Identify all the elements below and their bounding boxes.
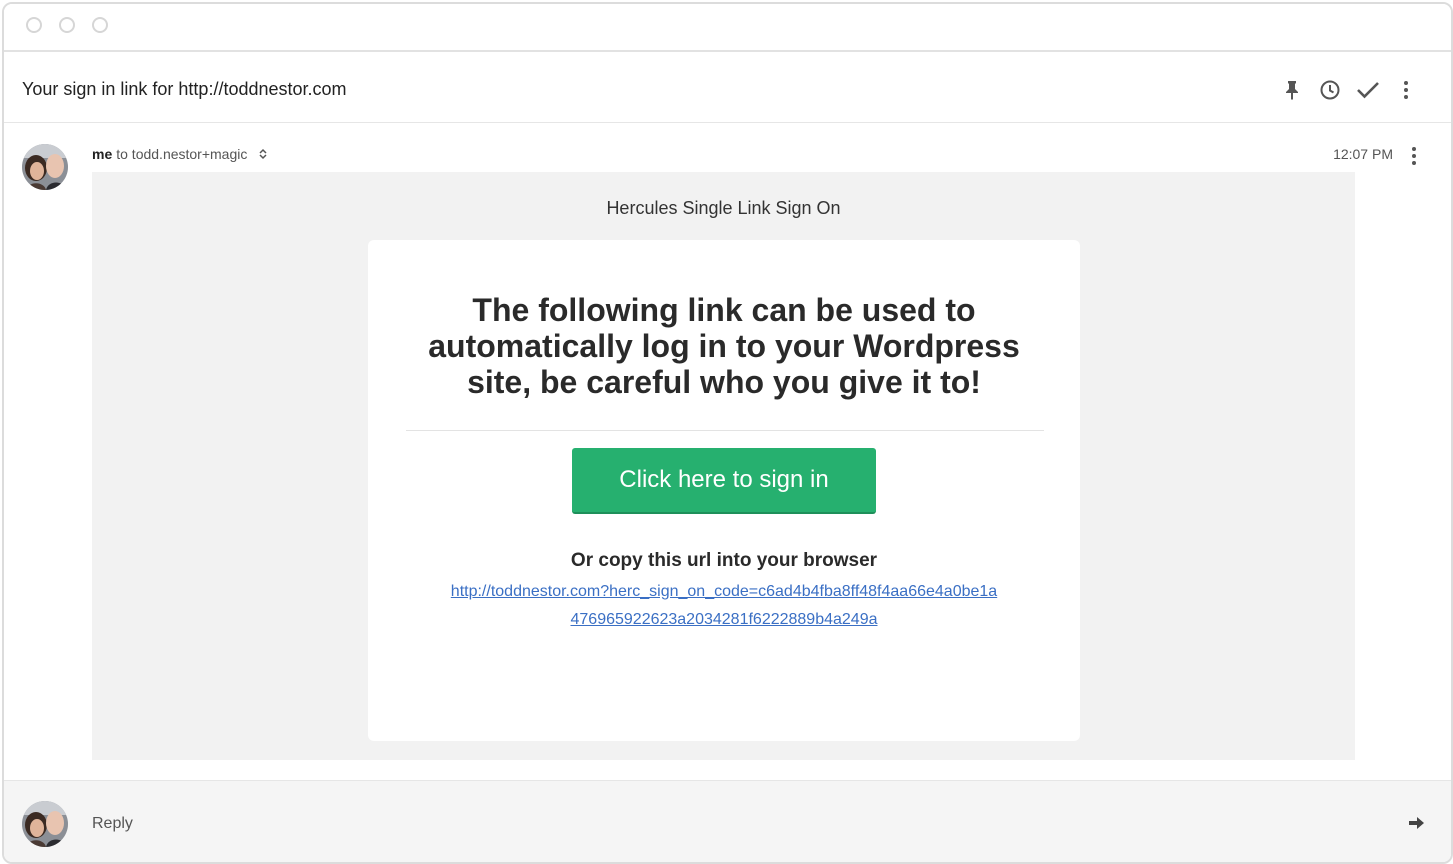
reply-button[interactable]: Reply bbox=[92, 815, 133, 833]
sender-line[interactable]: me to todd.nestor+magic bbox=[92, 146, 267, 164]
window-close-button[interactable] bbox=[26, 17, 42, 33]
sign-in-button[interactable]: Click here to sign in bbox=[572, 448, 876, 514]
more-vertical-icon[interactable] bbox=[1387, 76, 1425, 104]
copy-url-label: Or copy this url into your browser bbox=[570, 550, 878, 571]
subject-bar: Your sign in link for http://toddnestor.… bbox=[4, 52, 1451, 123]
divider bbox=[406, 430, 1044, 431]
sender-name: me bbox=[92, 146, 113, 162]
clock-icon[interactable] bbox=[1311, 76, 1349, 104]
recipient-details-icon[interactable] bbox=[259, 147, 267, 164]
reply-avatar bbox=[22, 801, 68, 847]
window-minimize-button[interactable] bbox=[59, 17, 75, 33]
forward-arrow-icon[interactable] bbox=[1403, 811, 1431, 835]
window-maximize-button[interactable] bbox=[92, 17, 108, 33]
sign-in-url-link[interactable]: http://toddnestor.com?herc_sign_on_code=… bbox=[448, 578, 1000, 634]
email-subject: Your sign in link for http://toddnestor.… bbox=[22, 79, 347, 99]
mail-window: Your sign in link for http://toddnestor.… bbox=[2, 2, 1453, 864]
subject-actions bbox=[1273, 76, 1425, 104]
pin-icon[interactable] bbox=[1273, 76, 1311, 104]
reply-bar: Reply bbox=[4, 780, 1451, 862]
window-titlebar bbox=[4, 4, 1451, 52]
message-time: 12:07 PM bbox=[1333, 146, 1393, 162]
check-icon[interactable] bbox=[1349, 76, 1387, 104]
email-body: Hercules Single Link Sign On The followi… bbox=[92, 172, 1355, 760]
recipient-text: to todd.nestor+magic bbox=[116, 146, 248, 162]
sender-avatar[interactable] bbox=[22, 144, 68, 190]
message-more-icon[interactable] bbox=[1395, 142, 1433, 170]
email-card: The following link can be used to automa… bbox=[368, 240, 1080, 741]
email-brand-title: Hercules Single Link Sign On bbox=[606, 198, 841, 218]
email-headline: The following link can be used to automa… bbox=[428, 292, 1020, 400]
